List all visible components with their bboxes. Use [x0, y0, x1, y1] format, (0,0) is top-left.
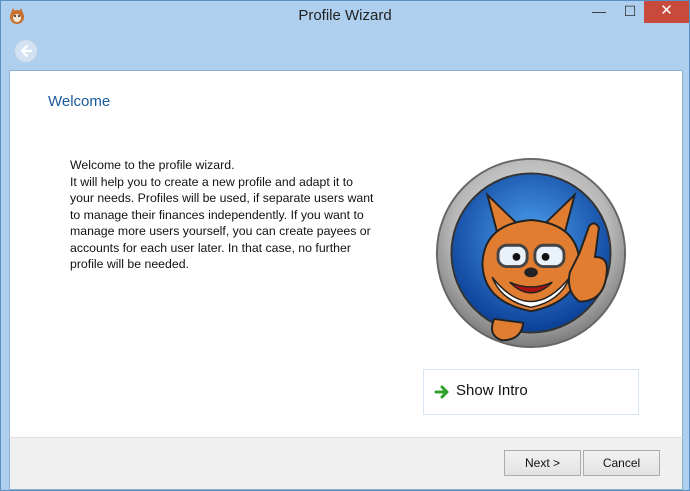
profile-wizard-window: Profile Wizard — ☐ ✕ Welcome Welcome to …	[0, 0, 690, 491]
back-button[interactable]	[14, 39, 38, 63]
welcome-text: Welcome to the profile wizard. It will h…	[70, 157, 410, 273]
title-bar[interactable]: Profile Wizard — ☐ ✕	[1, 1, 689, 32]
show-intro-label: Show Intro	[456, 382, 528, 399]
next-button[interactable]: Next >	[504, 450, 581, 476]
back-arrow-icon	[20, 44, 33, 58]
welcome-text-line: manage more users yourself, you can crea…	[70, 224, 371, 238]
cancel-button[interactable]: Cancel	[583, 450, 660, 476]
wizard-footer: Next > Cancel	[9, 437, 683, 490]
fox-mascot-logo	[435, 157, 627, 349]
wizard-navbar	[1, 32, 689, 70]
wizard-content-panel: Welcome Welcome to the profile wizard. I…	[9, 70, 683, 437]
welcome-text-line: to manage their finances independently. …	[70, 207, 364, 222]
welcome-text-line: Welcome to the profile wizard.	[70, 158, 235, 172]
green-arrow-icon	[434, 385, 449, 399]
welcome-text-line: profile will be needed.	[70, 257, 189, 271]
page-heading: Welcome	[48, 93, 111, 110]
welcome-text-line: your needs. Profiles will be used, if se…	[70, 191, 374, 205]
show-intro-button[interactable]: Show Intro	[423, 369, 639, 415]
welcome-text-line: accounts for each user later. In that ca…	[70, 240, 351, 255]
welcome-text-line: It will help you to create a new profile…	[70, 174, 353, 189]
close-button[interactable]: ✕	[644, 1, 689, 23]
maximize-button[interactable]: ☐	[615, 1, 645, 23]
minimize-button[interactable]: —	[584, 1, 614, 23]
